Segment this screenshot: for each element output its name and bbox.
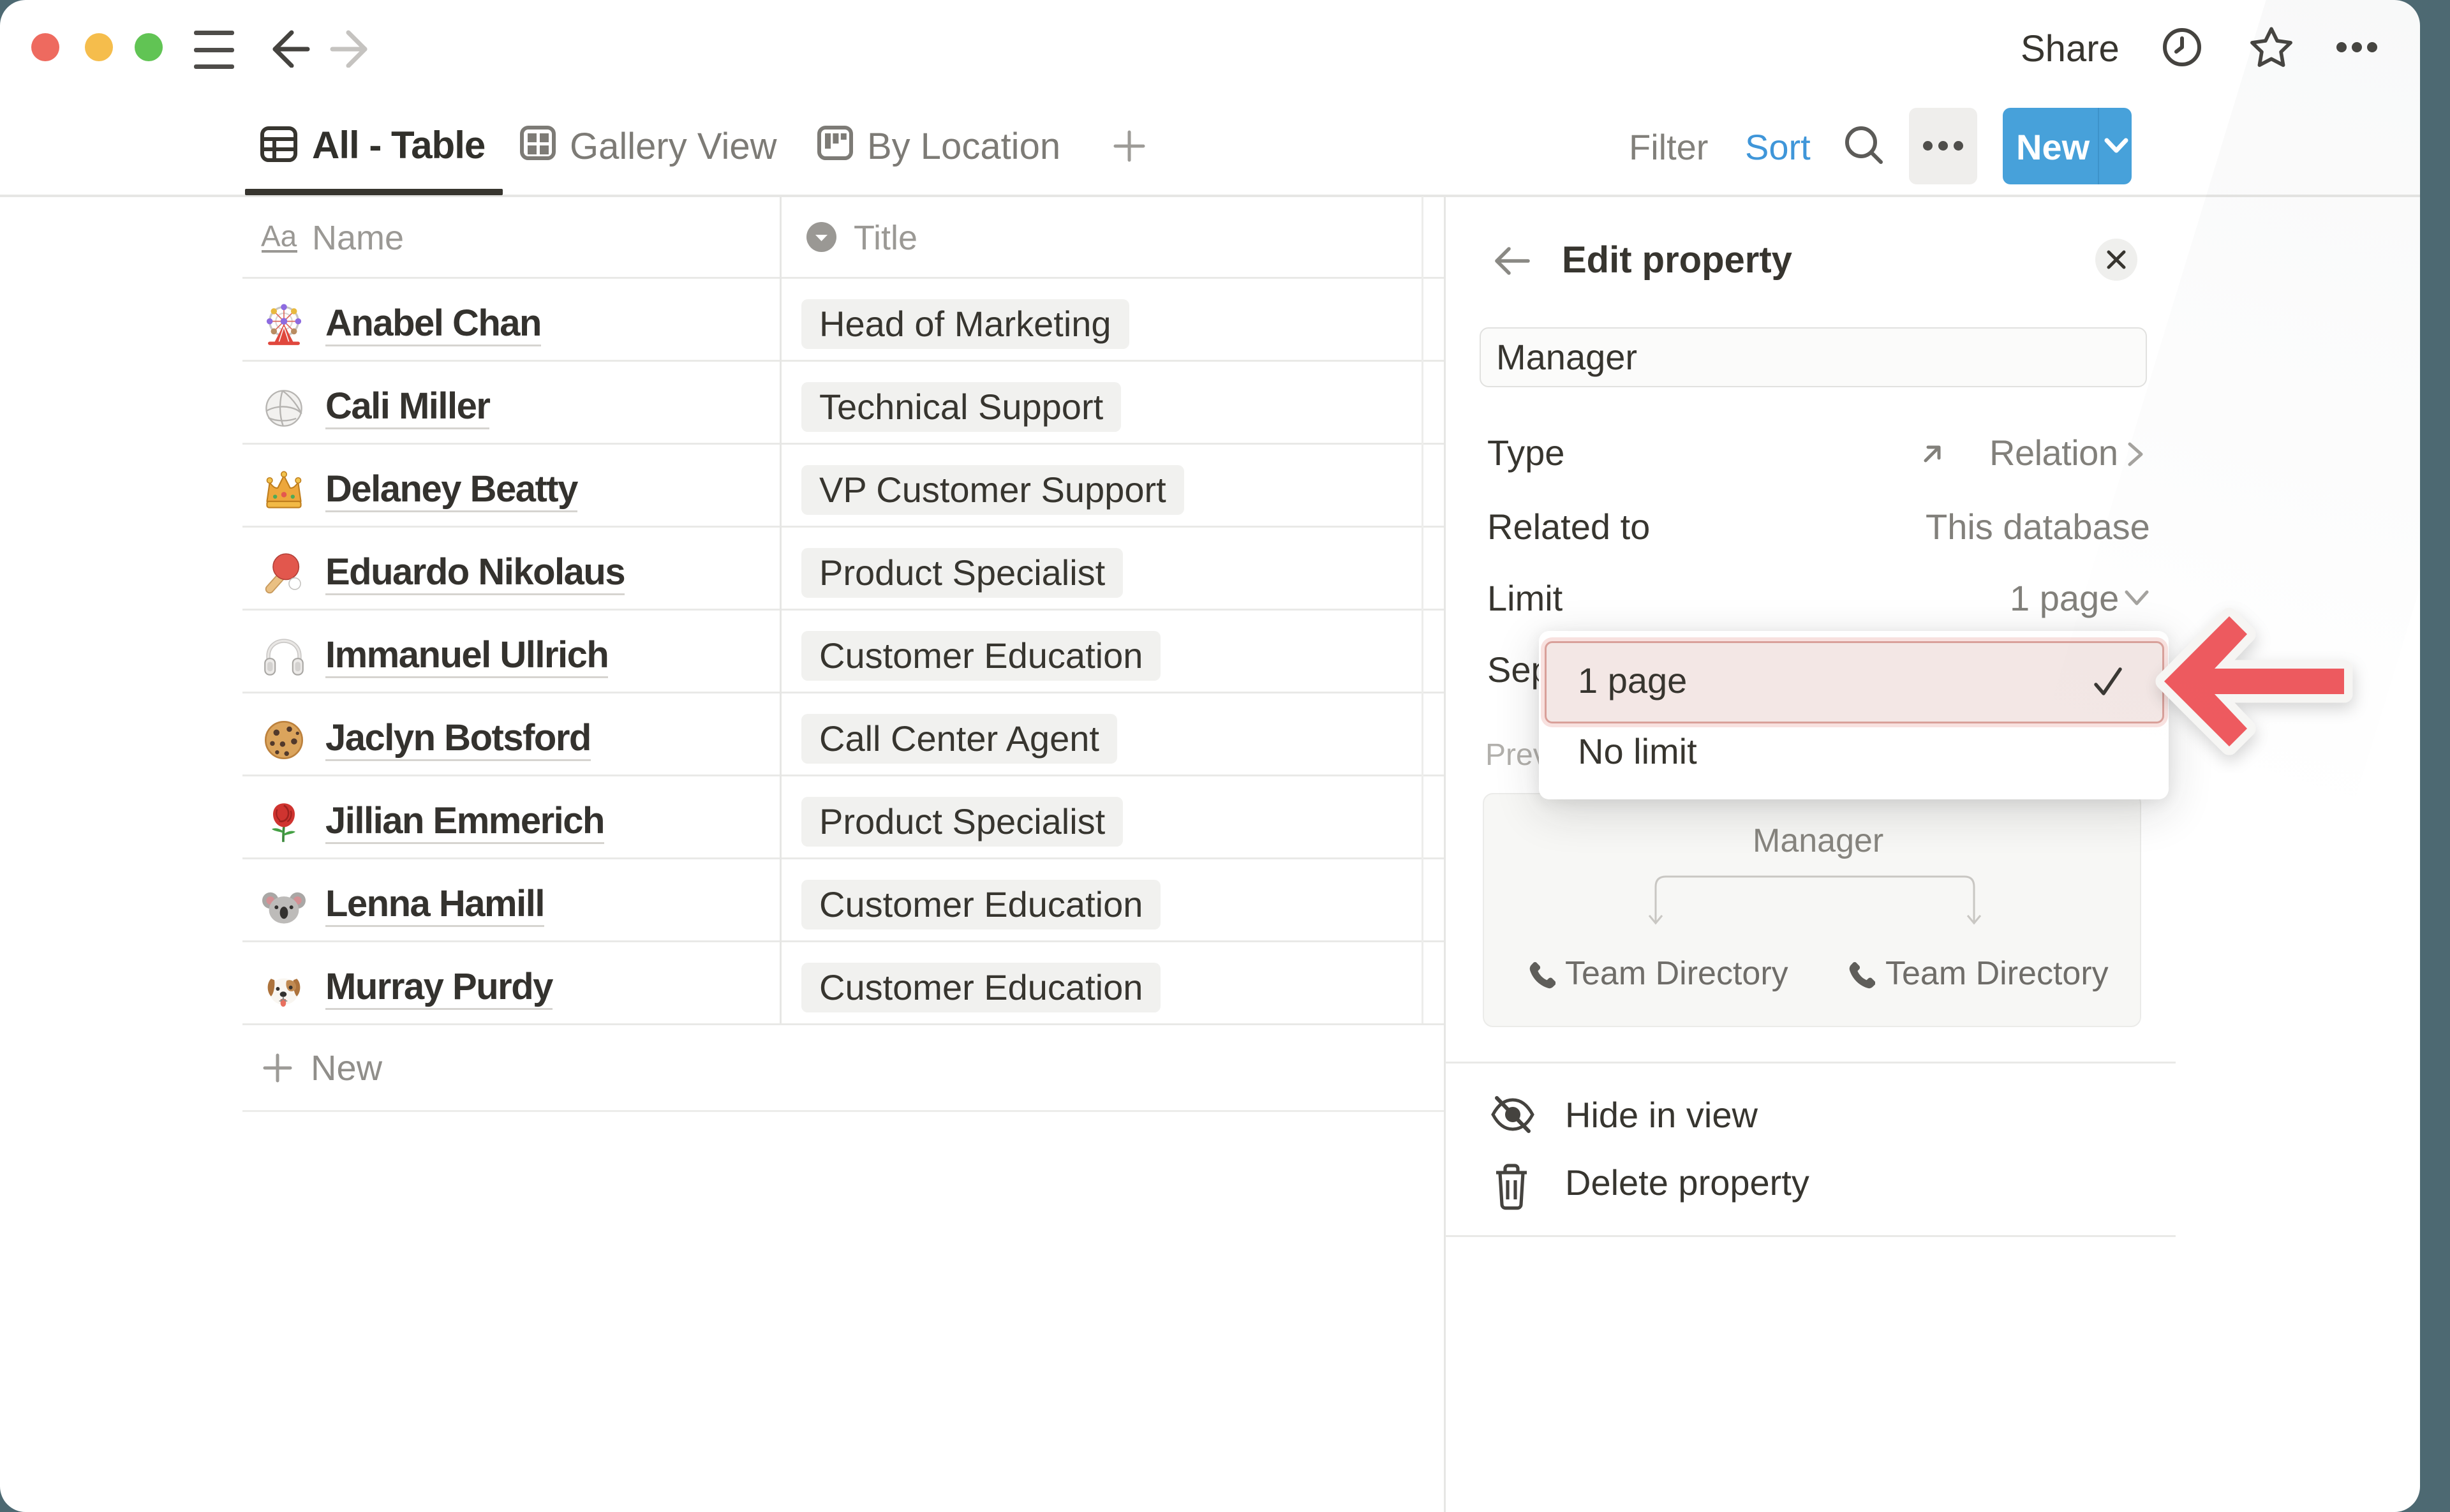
svg-text:Aa: Aa [261,222,297,253]
